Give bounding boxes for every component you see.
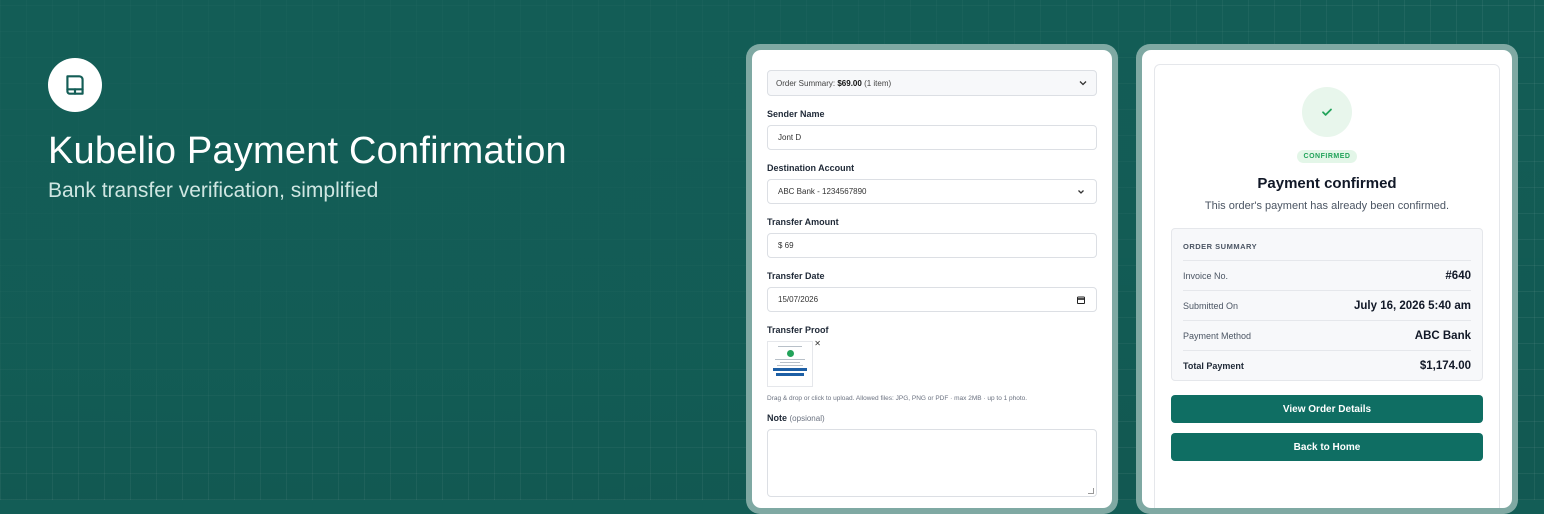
payment-form: Order Summary: $69.00 (1 item) Sender Na… — [752, 50, 1112, 497]
status-badge: CONFIRMED — [1296, 150, 1358, 163]
order-summary-dropdown[interactable]: Order Summary: $69.00 (1 item) — [767, 70, 1097, 96]
transfer-date-value: 15/07/2026 — [778, 295, 819, 304]
thumb-line — [780, 362, 800, 363]
transfer-proof-upload[interactable]: ✕ — [767, 339, 821, 389]
destination-account-label: Destination Account — [767, 163, 855, 173]
confirmation-title: Payment confirmed — [1257, 175, 1397, 192]
hero-subtitle: Bank transfer verification, simplified — [48, 179, 379, 202]
thumb-line — [778, 346, 802, 347]
transfer-date-input[interactable]: 15/07/2026 — [767, 287, 1097, 312]
confirmation-device-frame: CONFIRMED Payment confirmed This order's… — [1136, 44, 1518, 514]
summary-label: Submitted On — [1183, 300, 1239, 311]
summary-value: $1,174.00 — [1419, 359, 1471, 372]
sender-name-value: Jont D — [778, 133, 802, 142]
transfer-amount-input[interactable]: $ 69 — [767, 233, 1097, 258]
confirmation-screen: CONFIRMED Payment confirmed This order's… — [1142, 50, 1512, 508]
summary-label: Invoice No. — [1183, 270, 1229, 281]
sender-name-label: Sender Name — [767, 109, 825, 119]
summary-label: Total Payment — [1183, 360, 1244, 371]
summary-value: ABC Bank — [1414, 329, 1471, 342]
view-order-details-button[interactable]: View Order Details — [1171, 395, 1483, 423]
upload-hint: Drag & drop or click to upload. Allowed … — [767, 395, 1028, 402]
summary-row-invoice: Invoice No. #640 — [1183, 261, 1471, 291]
note-label: Note (opsional) — [767, 413, 1097, 423]
order-summary-prefix: Order Summary: — [776, 78, 836, 88]
summary-row-method: Payment Method ABC Bank — [1183, 321, 1471, 351]
thumb-bar — [776, 373, 804, 376]
transfer-amount-label: Transfer Amount — [767, 217, 839, 227]
calendar-icon[interactable] — [1076, 295, 1086, 305]
destination-account-select[interactable]: ABC Bank - 1234567890 — [767, 179, 1097, 204]
remove-proof-icon[interactable]: ✕ — [814, 339, 821, 348]
thumb-check-icon — [786, 350, 794, 357]
order-summary-amount: $69.00 — [837, 78, 862, 88]
order-summary-text: Order Summary: $69.00 (1 item) — [776, 79, 891, 88]
destination-account-value: ABC Bank - 1234567890 — [778, 187, 867, 196]
transfer-date-label: Transfer Date — [767, 271, 825, 281]
thumb-line — [777, 365, 803, 366]
confirmation-card: CONFIRMED Payment confirmed This order's… — [1154, 64, 1500, 508]
summary-row-submitted: Submitted On July 16, 2026 5:40 am — [1183, 291, 1471, 321]
back-to-home-button[interactable]: Back to Home — [1171, 433, 1483, 461]
summary-row-total: Total Payment $1,174.00 — [1183, 351, 1471, 380]
thumb-bar — [773, 368, 807, 371]
receipt-icon — [66, 75, 84, 95]
proof-thumbnail — [767, 341, 813, 387]
note-optional: (opsional) — [789, 414, 825, 423]
order-summary-items: (1 item) — [864, 78, 892, 88]
order-summary-heading: ORDER SUMMARY — [1183, 229, 1471, 261]
chevron-down-icon — [1078, 189, 1084, 194]
order-summary-panel: ORDER SUMMARY Invoice No. #640 Submitted… — [1171, 228, 1483, 381]
form-screen: Order Summary: $69.00 (1 item) Sender Na… — [752, 50, 1112, 508]
transfer-proof-label: Transfer Proof — [767, 325, 829, 335]
hero: Kubelio Payment Confirmation Bank transf… — [48, 58, 567, 203]
sender-name-input[interactable]: Jont D — [767, 125, 1097, 150]
logo — [48, 58, 102, 112]
check-icon — [1322, 108, 1332, 116]
note-label-text: Note — [767, 413, 787, 423]
summary-value: July 16, 2026 5:40 am — [1354, 299, 1471, 312]
note-textarea[interactable] — [767, 429, 1097, 497]
thumb-line — [775, 359, 805, 360]
transfer-amount-value: $ 69 — [778, 241, 794, 250]
success-circle — [1302, 87, 1352, 137]
summary-value: #640 — [1445, 269, 1471, 282]
chevron-down-icon — [1079, 81, 1087, 86]
summary-label: Payment Method — [1183, 330, 1252, 341]
form-device-frame: Order Summary: $69.00 (1 item) Sender Na… — [746, 44, 1118, 514]
hero-title: Kubelio Payment Confirmation — [48, 130, 567, 172]
confirmation-description: This order's payment has already been co… — [1204, 200, 1450, 212]
